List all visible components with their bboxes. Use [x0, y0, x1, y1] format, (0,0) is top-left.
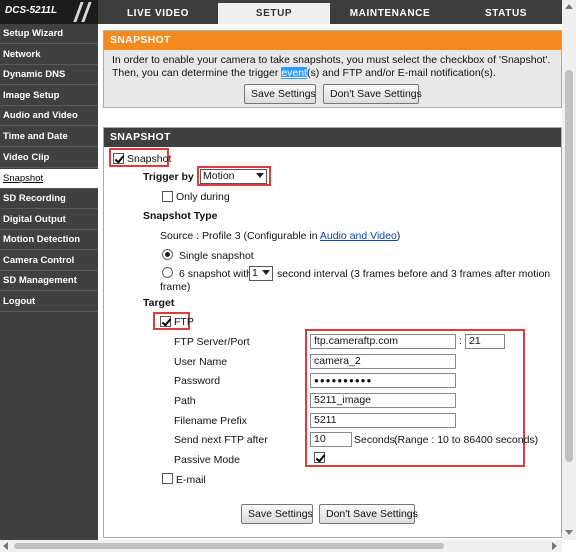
tab-maintenance[interactable]: MAINTENANCE [334, 3, 446, 24]
password-label: Password [174, 375, 221, 387]
single-snapshot-radio[interactable] [162, 249, 173, 260]
sidebar-item-motion-detection[interactable]: Motion Detection [0, 230, 98, 250]
send-next-ftp-input[interactable]: 10 [310, 432, 352, 447]
user-name-input[interactable]: camera_2 [310, 354, 456, 369]
multi-snapshot-label: 6 snapshot with [179, 268, 252, 280]
snapshot-enable-checkbox[interactable] [113, 153, 124, 164]
sidebar-item-sd-management[interactable]: SD Management [0, 271, 98, 291]
save-settings-button-top[interactable]: Save Settings [244, 84, 316, 104]
scroll-up-icon[interactable] [565, 4, 573, 9]
top-navigation-bar: DCS-5211L LIVE VIDEO SETUP MAINTENANCE S… [0, 0, 562, 24]
only-during-label: Only during [176, 191, 230, 203]
interval-description-continued: frame) [160, 281, 191, 293]
sidebar-item-sd-recording[interactable]: SD Recording [0, 189, 98, 209]
info-description: In order to enable your camera to take s… [112, 54, 551, 79]
path-input[interactable]: 5211_image [310, 393, 456, 408]
passive-mode-checkbox[interactable] [314, 452, 325, 463]
snapshot-type-label: Snapshot Type [143, 210, 218, 222]
save-settings-button[interactable]: Save Settings [241, 504, 313, 524]
sidebar-item-digital-output[interactable]: Digital Output [0, 210, 98, 230]
snapshot-enable-label: Snapshot [127, 153, 172, 165]
target-label: Target [143, 297, 175, 309]
source-text: Source : Profile 3 (Configurable in Audi… [160, 230, 401, 242]
sidebar-item-snapshot[interactable]: Snapshot [0, 169, 98, 189]
sidebar-item-video-clip[interactable]: Video Clip [0, 148, 98, 168]
sidebar: Setup Wizard Network Dynamic DNS Image S… [0, 24, 98, 540]
interval-description: second interval (3 frames before and 3 f… [277, 268, 551, 280]
scroll-left-icon[interactable] [3, 542, 8, 550]
ftp-port-input[interactable]: 21 [465, 334, 505, 349]
tab-status[interactable]: STATUS [450, 3, 562, 24]
send-next-ftp-label: Send next FTP after [174, 434, 268, 446]
email-checkbox[interactable] [162, 473, 173, 484]
dont-save-settings-button-top[interactable]: Don't Save Settings [323, 84, 422, 104]
horizontal-scrollbar[interactable] [0, 540, 562, 552]
info-panel-title: SNAPSHOT [104, 31, 561, 50]
sidebar-item-setup-wizard[interactable]: Setup Wizard [0, 24, 98, 44]
ftp-server-input[interactable]: ftp.cameraftp.com [310, 334, 456, 349]
single-snapshot-label: Single snapshot [179, 250, 254, 262]
ftp-label: FTP [174, 316, 194, 328]
model-logo: DCS-5211L [0, 0, 98, 24]
filename-prefix-input[interactable]: 5211 [310, 413, 456, 428]
send-next-ftp-range: (Range : 10 to 86400 seconds) [394, 434, 539, 446]
ftp-checkbox[interactable] [160, 316, 171, 327]
sidebar-item-image-setup[interactable]: Image Setup [0, 86, 98, 106]
horizontal-scroll-thumb[interactable] [14, 543, 444, 549]
vertical-scrollbar[interactable] [562, 0, 576, 540]
logo-slash-mark [81, 2, 92, 22]
dont-save-settings-button[interactable]: Don't Save Settings [319, 504, 418, 524]
ftp-server-label: FTP Server/Port [174, 336, 250, 348]
filename-prefix-label: Filename Prefix [174, 415, 247, 427]
sidebar-item-audio-and-video[interactable]: Audio and Video [0, 106, 98, 126]
audio-and-video-link[interactable]: Audio and Video [320, 230, 397, 242]
chevron-down-icon [256, 173, 264, 178]
info-panel: SNAPSHOT In order to enable your camera … [103, 30, 562, 108]
port-separator: : [459, 335, 462, 347]
tab-live-video[interactable]: LIVE VIDEO [102, 3, 214, 24]
model-name: DCS-5211L [5, 5, 58, 16]
sidebar-item-dynamic-dns[interactable]: Dynamic DNS [0, 65, 98, 85]
scroll-right-icon[interactable] [552, 542, 557, 550]
snapshot-interval-select[interactable]: 1 [249, 266, 273, 281]
sidebar-item-logout[interactable]: Logout [0, 292, 98, 312]
snapshot-panel-title: SNAPSHOT [104, 128, 561, 147]
snapshot-settings-panel: SNAPSHOT Snapshot Trigger by Motion Only… [103, 127, 562, 538]
sidebar-item-network[interactable]: Network [0, 45, 98, 65]
multi-snapshot-radio[interactable] [162, 267, 173, 278]
only-during-checkbox[interactable] [162, 191, 173, 202]
user-name-label: User Name [174, 356, 228, 368]
send-next-ftp-unit: Seconds [354, 434, 395, 446]
chevron-down-icon [262, 270, 270, 275]
trigger-by-label: Trigger by [143, 171, 194, 183]
scroll-down-icon[interactable] [565, 530, 573, 535]
sidebar-item-camera-control[interactable]: Camera Control [0, 251, 98, 271]
path-label: Path [174, 395, 196, 407]
password-input[interactable]: ●●●●●●●●●● [310, 373, 456, 388]
highlighted-word: event [281, 67, 307, 79]
tab-setup[interactable]: SETUP [218, 3, 330, 24]
passive-mode-label: Passive Mode [174, 454, 240, 466]
vertical-scroll-thumb[interactable] [565, 70, 573, 462]
email-label: E-mail [176, 474, 206, 486]
sidebar-item-time-and-date[interactable]: Time and Date [0, 127, 98, 147]
trigger-by-select[interactable]: Motion [200, 169, 267, 184]
